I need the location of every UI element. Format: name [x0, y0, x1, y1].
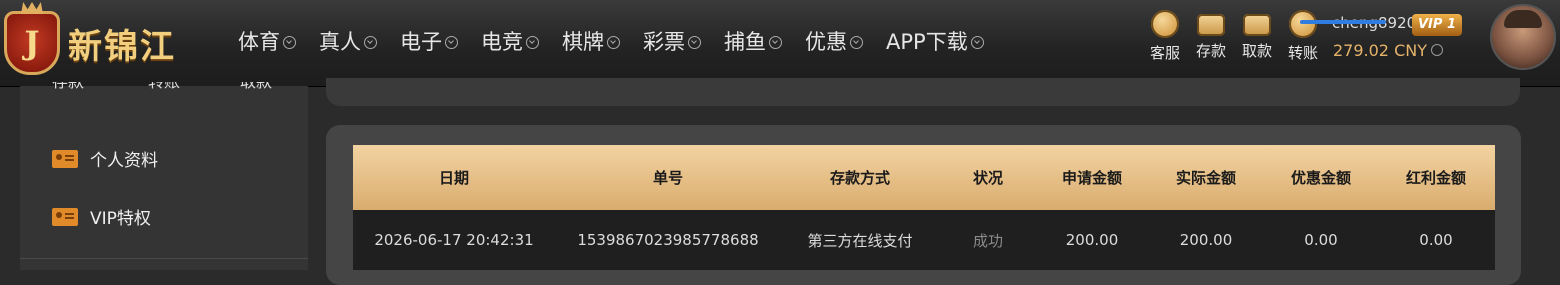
balance[interactable]: 279.02 CNY: [1333, 41, 1443, 60]
sidebar-item-label: 个人资料: [90, 151, 158, 171]
card-icon: [1243, 14, 1271, 36]
cell-order-id: 1539867023985778688: [577, 231, 759, 249]
nav-label: 真人: [319, 30, 361, 54]
sidebar: 存款 转账 取款 个人资料 VIP特权: [20, 82, 308, 270]
sidebar-cut-label[interactable]: 存款: [52, 82, 84, 96]
username-overlay-bar: [1300, 20, 1386, 24]
chevron-down-icon: [526, 35, 539, 49]
table-header: 日期 单号 存款方式 状况 申请金额 实际金额 优惠金额 红利金额: [353, 145, 1495, 210]
nav-item-fishing[interactable]: 捕鱼: [724, 26, 782, 56]
id-card-icon: [52, 207, 78, 226]
cell-actual-amount: 200.00: [1179, 231, 1233, 249]
cell-method: 第三方在线支付: [807, 231, 913, 250]
sidebar-cut-label[interactable]: 取款: [240, 82, 272, 96]
user-panel: cheng8920 VIP 1 279.02 CNY: [1300, 14, 1480, 74]
brand-logo[interactable]: J 新锦江: [4, 4, 176, 82]
chevron-down-icon: [607, 35, 620, 49]
logo-letter: J: [24, 24, 40, 62]
quick-action-label: 存款: [1195, 42, 1226, 60]
nav-item-lottery[interactable]: 彩票: [643, 26, 701, 56]
vip-badge[interactable]: VIP 1: [1412, 14, 1462, 36]
nav-item-slots[interactable]: 电子: [400, 26, 458, 56]
nav-item-cards[interactable]: 棋牌: [562, 26, 620, 56]
cell-date: 2026-06-17 20:42:31: [374, 231, 534, 249]
nav-label: APP下载: [886, 30, 968, 54]
balance-value: 279.02 CNY: [1333, 41, 1427, 60]
nav-label: 棋牌: [562, 30, 604, 54]
main-nav: 体育 真人 电子 电竞 棋牌 彩票 捕鱼 优惠 APP下载: [238, 26, 1007, 56]
column-header: 申请金额: [1061, 169, 1122, 187]
id-card-icon: [52, 149, 78, 168]
nav-label: 体育: [238, 30, 280, 54]
nav-item-esports[interactable]: 电竞: [481, 26, 539, 56]
nav-label: 彩票: [643, 30, 685, 54]
column-header: 优惠金额: [1290, 169, 1351, 187]
nav-label: 捕鱼: [724, 30, 766, 54]
nav-label: 电子: [400, 30, 442, 54]
cell-requested-amount: 200.00: [1065, 231, 1119, 249]
nav-item-app-download[interactable]: APP下载: [886, 26, 984, 56]
nav-label: 电竞: [481, 30, 523, 54]
panel-top-edge: [326, 78, 1520, 106]
chevron-down-icon: [364, 35, 377, 49]
deposit-button[interactable]: 存款: [1189, 10, 1233, 61]
chevron-down-icon: [283, 35, 296, 49]
divider: [20, 258, 308, 259]
brand-name: 新锦江: [68, 26, 176, 67]
chevron-down-icon: [970, 35, 984, 49]
sidebar-item-vip[interactable]: VIP特权: [52, 204, 151, 229]
avatar[interactable]: [1490, 4, 1556, 70]
chevron-down-icon: [769, 35, 782, 49]
customer-service-button[interactable]: 客服: [1143, 10, 1187, 63]
column-header: 存款方式: [829, 169, 890, 187]
column-header: 状况: [972, 169, 1003, 187]
quick-action-label: 客服: [1149, 44, 1180, 62]
nav-item-live[interactable]: 真人: [319, 26, 377, 56]
cell-promo-amount: 0.00: [1304, 231, 1338, 249]
chevron-down-icon: [850, 35, 863, 49]
wallet-icon: [1197, 14, 1225, 36]
nav-item-sports[interactable]: 体育: [238, 26, 296, 56]
chevron-down-icon: [445, 35, 458, 49]
cell-status: 成功: [972, 231, 1003, 250]
table-row: 2026-06-17 20:42:31 1539867023985778688 …: [353, 210, 1495, 270]
sidebar-item-profile[interactable]: 个人资料: [52, 146, 158, 171]
quick-action-label: 取款: [1241, 42, 1272, 60]
deposit-records-table: 日期 单号 存款方式 状况 申请金额 实际金额 优惠金额 红利金额 2026-0…: [353, 145, 1495, 270]
withdraw-button[interactable]: 取款: [1235, 10, 1279, 61]
column-header: 日期: [438, 169, 469, 187]
chevron-down-icon: [688, 35, 701, 49]
customer-service-icon: [1151, 10, 1179, 38]
sidebar-item-label: VIP特权: [90, 209, 151, 229]
column-header: 红利金额: [1405, 169, 1466, 187]
sidebar-cut-label[interactable]: 转账: [148, 82, 180, 96]
cell-bonus-amount: 0.00: [1419, 231, 1453, 249]
refresh-icon[interactable]: [1430, 44, 1443, 56]
column-header: 单号: [652, 169, 683, 187]
logo-badge-icon: J: [4, 11, 60, 75]
column-header: 实际金额: [1175, 169, 1236, 187]
nav-label: 优惠: [805, 30, 847, 54]
nav-item-promotions[interactable]: 优惠: [805, 26, 863, 56]
top-header: J 新锦江 体育 真人 电子 电竞 棋牌 彩票 捕鱼 优惠 APP下载 客服 存…: [0, 0, 1560, 87]
